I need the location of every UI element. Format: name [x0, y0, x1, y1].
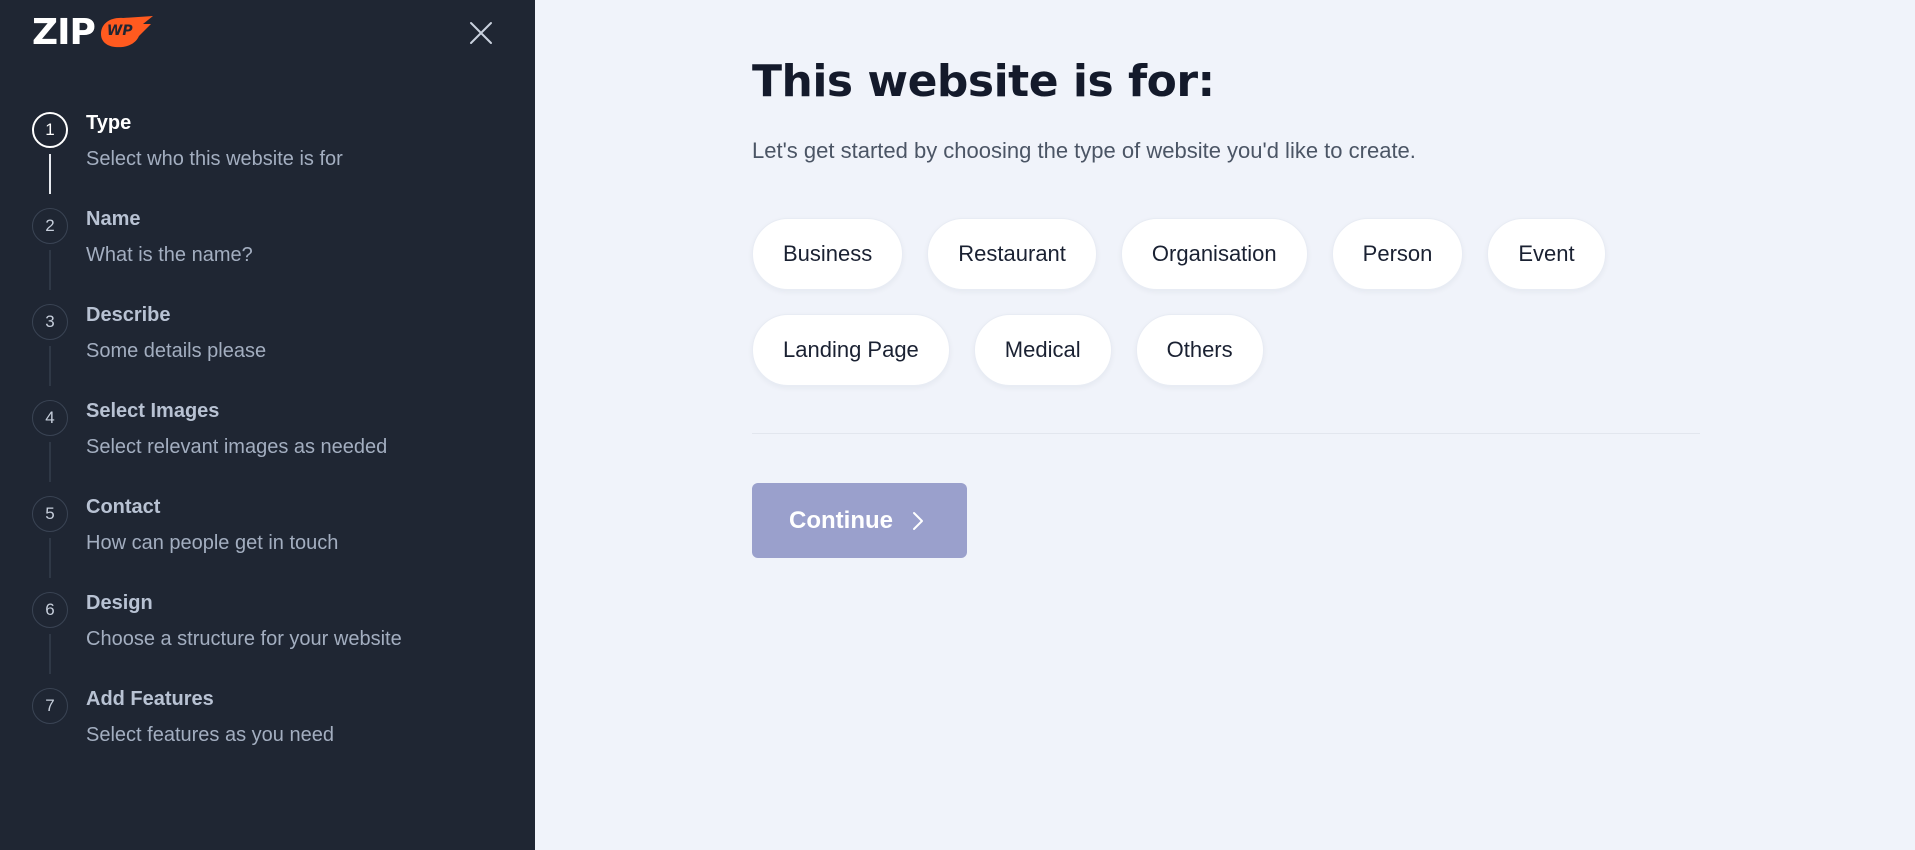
option-medical[interactable]: Medical — [973, 314, 1112, 386]
option-business[interactable]: Business — [752, 218, 904, 290]
page-subtitle: Let's get started by choosing the type o… — [752, 138, 1416, 163]
website-type-options: Business Restaurant Organisation Person … — [752, 218, 1702, 386]
step-number: 5 — [32, 496, 68, 532]
step-number: 3 — [32, 304, 68, 340]
step-connector — [49, 250, 51, 290]
divider — [752, 433, 1700, 434]
logo-text: ZIP — [32, 11, 96, 53]
sidebar: ZIP WP 1 Type Select who this website is… — [0, 0, 535, 850]
step-title: Type — [86, 112, 132, 134]
close-button[interactable] — [466, 18, 496, 48]
step-subtitle: Select relevant images as needed — [86, 436, 388, 458]
step-connector — [49, 538, 51, 578]
option-restaurant[interactable]: Restaurant — [927, 218, 1097, 290]
option-landing-page[interactable]: Landing Page — [752, 314, 950, 386]
continue-label: Continue — [789, 506, 893, 534]
step-subtitle: How can people get in touch — [86, 532, 339, 554]
option-others[interactable]: Others — [1135, 314, 1264, 386]
step-title: Design — [86, 592, 153, 614]
step-number: 2 — [32, 208, 68, 244]
step-connector — [49, 346, 51, 386]
step-subtitle: Choose a structure for your website — [86, 628, 402, 650]
step-number: 1 — [32, 112, 68, 148]
option-organisation[interactable]: Organisation — [1120, 218, 1308, 290]
step-subtitle: Select features as you need — [86, 724, 334, 746]
step-title: Name — [86, 208, 141, 230]
step-connector — [49, 634, 51, 674]
step-title: Add Features — [86, 688, 214, 710]
option-person[interactable]: Person — [1331, 218, 1464, 290]
step-number: 7 — [32, 688, 68, 724]
step-connector — [49, 154, 51, 194]
step-number: 6 — [32, 592, 68, 628]
step-subtitle: Some details please — [86, 340, 267, 362]
step-subtitle: What is the name? — [86, 244, 253, 266]
step-title: Contact — [86, 496, 161, 518]
step-number: 4 — [32, 400, 68, 436]
step-title: Describe — [86, 304, 171, 326]
page-title: This website is for: — [752, 56, 1215, 107]
step-connector — [49, 442, 51, 482]
close-icon — [470, 22, 492, 44]
chevron-right-icon — [911, 510, 925, 532]
continue-button[interactable]: Continue — [752, 483, 967, 558]
logo-badge: WP — [97, 14, 153, 50]
option-event[interactable]: Event — [1487, 218, 1606, 290]
zipwp-logo: ZIP WP — [32, 11, 153, 53]
step-title: Select Images — [86, 400, 220, 422]
step-subtitle: Select who this website is for — [86, 148, 343, 170]
